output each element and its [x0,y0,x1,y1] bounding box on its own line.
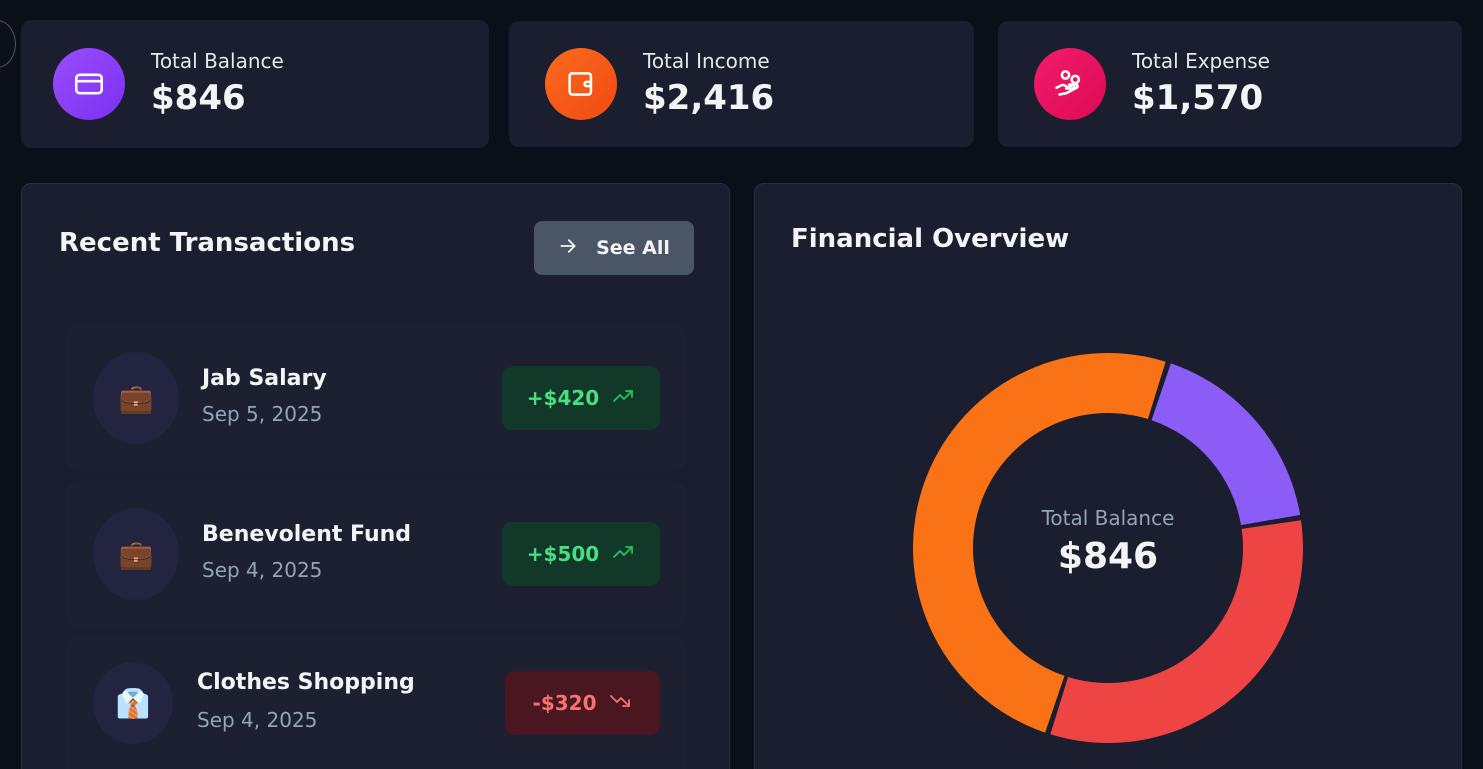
recent-transactions-panel: Recent Transactions See All 💼 Jab Salary… [21,183,730,769]
donut-chart: Total Balance $846 [910,350,1306,746]
transaction-row[interactable]: 👔 Clothes Shopping Sep 4, 2025 -$320 [65,637,687,769]
financial-overview-panel: Financial Overview Total Balance $846 [754,183,1462,769]
see-all-button[interactable]: See All [534,221,694,275]
transaction-amount: +$500 [526,542,600,566]
total-expense-card: Total Expense $1,570 [998,21,1462,147]
stat-label: Total Balance [151,49,284,73]
wallet-icon [545,48,617,120]
donut-center-value: $846 [1057,535,1159,577]
briefcase-icon: 💼 [93,352,179,444]
stat-value: $2,416 [643,78,775,118]
shirt-tie-icon: 👔 [93,662,173,744]
dashboard-page: Total Balance $846 Total Income $2,416 T… [0,0,1483,769]
transaction-amount: +$420 [526,386,600,410]
trending-up-icon [611,540,635,569]
transaction-date: Sep 4, 2025 [202,558,323,582]
see-all-label: See All [596,237,670,259]
transaction-row[interactable]: 💼 Benevolent Fund Sep 4, 2025 +$500 [65,481,687,627]
stat-label: Total Expense [1132,49,1270,73]
briefcase-icon: 💼 [93,508,179,600]
card-icon [53,48,125,120]
hand-coins-icon [1034,48,1106,120]
transaction-amount-badge: +$420 [502,366,660,430]
stat-value: $846 [151,78,246,118]
trending-down-icon [608,689,632,718]
transaction-date: Sep 5, 2025 [202,402,323,426]
transaction-date: Sep 4, 2025 [197,708,318,732]
transaction-name: Jab Salary [202,366,327,391]
panel-title: Recent Transactions [59,228,356,258]
sidebar-toggle-button[interactable] [0,20,16,68]
stat-label: Total Income [643,49,770,73]
transaction-amount-badge: +$500 [502,522,660,586]
arrow-right-icon [558,236,578,261]
trending-up-icon [611,384,635,413]
donut-center-label: Total Balance [1041,505,1175,530]
transaction-name: Benevolent Fund [202,522,412,547]
panel-title: Financial Overview [791,224,1070,254]
transaction-row[interactable]: 💼 Jab Salary Sep 5, 2025 +$420 [65,325,687,471]
transaction-name: Clothes Shopping [197,670,415,695]
stat-value: $1,570 [1132,78,1264,118]
total-income-card: Total Income $2,416 [509,21,974,147]
total-balance-card: Total Balance $846 [21,20,489,148]
transaction-amount: -$320 [532,691,597,715]
transaction-amount-badge: -$320 [505,671,660,735]
